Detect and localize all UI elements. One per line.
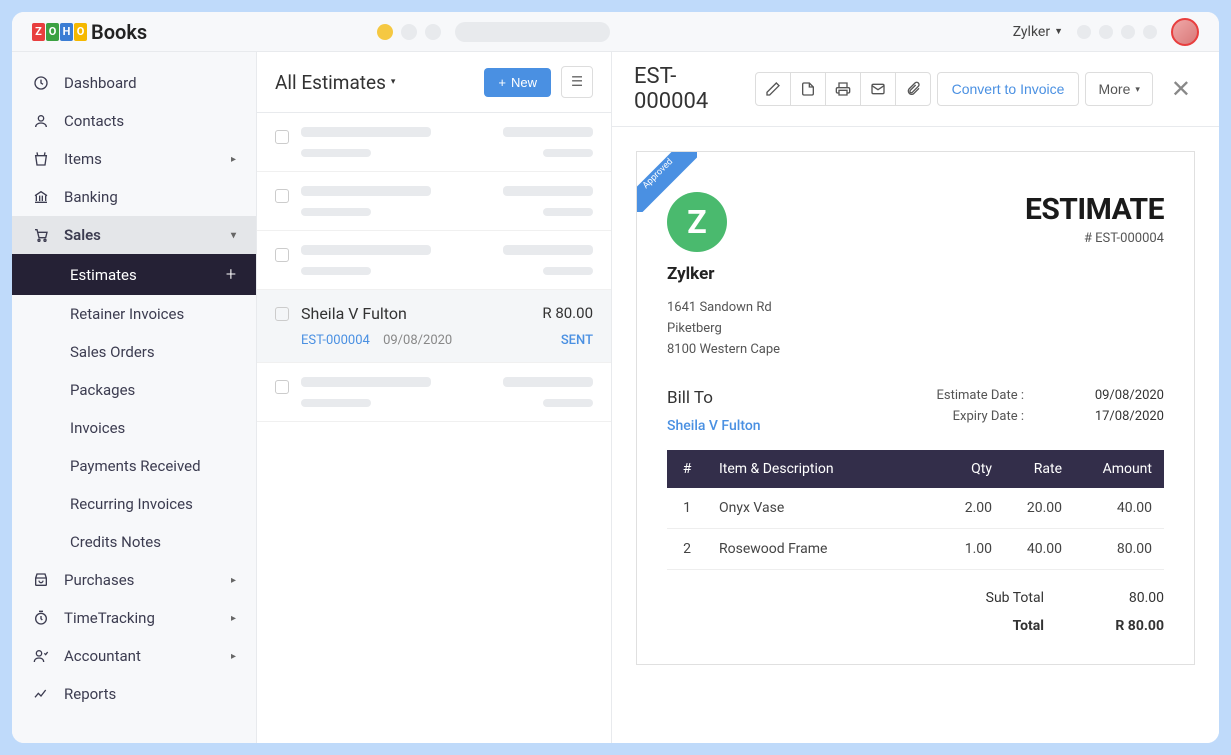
nav-sales[interactable]: Sales ▾ xyxy=(12,216,256,254)
nav-payments-received[interactable]: Payments Received xyxy=(12,447,256,485)
reports-icon xyxy=(32,685,50,703)
estimate-date: 09/08/2020 xyxy=(383,333,452,348)
nav-retainer-invoices[interactable]: Retainer Invoices xyxy=(12,295,256,333)
document-title: ESTIMATE xyxy=(1025,192,1164,227)
estimate-document: Approved Z Zylker 1641 Sandown Rd Piketb… xyxy=(636,151,1195,665)
org-selector[interactable]: Zylker▼ xyxy=(1013,24,1063,40)
nav-items[interactable]: Items ▸ xyxy=(12,140,256,178)
estimate-id: EST-000004 xyxy=(301,333,370,348)
banking-icon xyxy=(32,188,50,206)
subtotal-value: 80.00 xyxy=(1094,590,1164,606)
estimate-detail: EST-000004 Convert to Invoice More▾ ✕ Ap… xyxy=(612,52,1219,743)
hamburger-icon: ☰ xyxy=(571,74,583,90)
contacts-icon xyxy=(32,112,50,130)
company-address: 1641 Sandown Rd Piketberg 8100 Western C… xyxy=(667,298,780,360)
nav-invoices[interactable]: Invoices xyxy=(12,409,256,447)
billto-customer[interactable]: Sheila V Fulton xyxy=(667,418,761,434)
caret-icon: ▸ xyxy=(231,575,236,586)
header-action-placeholders xyxy=(1077,25,1157,39)
nav-estimates[interactable]: Estimates + xyxy=(12,254,256,295)
list-filter-dropdown[interactable]: All Estimates▾ xyxy=(275,71,395,94)
detail-number: EST-000004 xyxy=(634,64,749,114)
table-row: 1 Onyx Vase 2.00 20.00 40.00 xyxy=(667,488,1164,529)
pdf-icon xyxy=(800,81,816,97)
sales-icon xyxy=(32,226,50,244)
app-name: Books xyxy=(91,20,147,44)
list-item[interactable] xyxy=(257,363,611,422)
window-dots xyxy=(377,24,441,40)
status-badge: SENT xyxy=(561,333,593,348)
items-icon xyxy=(32,150,50,168)
nav-accountant[interactable]: Accountant ▸ xyxy=(12,637,256,675)
convert-to-invoice-button[interactable]: Convert to Invoice xyxy=(937,72,1080,106)
nav-timetracking[interactable]: TimeTracking ▸ xyxy=(12,599,256,637)
print-icon xyxy=(835,81,851,97)
timetracking-icon xyxy=(32,609,50,627)
total-value: R 80.00 xyxy=(1094,618,1164,634)
caret-icon: ▸ xyxy=(231,154,236,165)
nav-purchases[interactable]: Purchases ▸ xyxy=(12,561,256,599)
customer-name: Sheila V Fulton xyxy=(301,304,407,323)
app-logo: ZOHO Books xyxy=(32,20,147,44)
pencil-icon xyxy=(765,81,781,97)
row-checkbox[interactable] xyxy=(275,307,289,321)
sidebar: Dashboard Contacts Items ▸ Banking Sales… xyxy=(12,52,257,743)
caret-icon: ▸ xyxy=(231,651,236,662)
list-item[interactable] xyxy=(257,113,611,172)
plus-icon: + xyxy=(498,75,506,90)
titlebar: ZOHO Books Zylker▼ xyxy=(12,12,1219,52)
nav-sales-orders[interactable]: Sales Orders xyxy=(12,333,256,371)
email-button[interactable] xyxy=(860,72,896,106)
nav-recurring-invoices[interactable]: Recurring Invoices xyxy=(12,485,256,523)
new-estimate-button[interactable]: + New xyxy=(484,68,551,97)
approved-ribbon: Approved xyxy=(637,152,697,212)
company-name: Zylker xyxy=(667,264,780,284)
row-checkbox[interactable] xyxy=(275,380,289,394)
list-item[interactable] xyxy=(257,172,611,231)
list-item[interactable] xyxy=(257,231,611,290)
nav-dashboard[interactable]: Dashboard xyxy=(12,64,256,102)
accountant-icon xyxy=(32,647,50,665)
dashboard-icon xyxy=(32,74,50,92)
search-placeholder-skeleton xyxy=(455,22,610,42)
purchases-icon xyxy=(32,571,50,589)
row-checkbox[interactable] xyxy=(275,248,289,262)
attach-button[interactable] xyxy=(895,72,931,106)
nav-reports[interactable]: Reports xyxy=(12,675,256,713)
nav-credit-notes[interactable]: Credits Notes xyxy=(12,523,256,561)
edit-button[interactable] xyxy=(755,72,791,106)
close-detail-button[interactable]: ✕ xyxy=(1165,75,1197,103)
row-checkbox[interactable] xyxy=(275,189,289,203)
billto-heading: Bill To xyxy=(667,388,761,408)
user-avatar[interactable] xyxy=(1171,18,1199,46)
list-item-selected[interactable]: Sheila V Fulton R 80.00 EST-000004 09/08… xyxy=(257,290,611,363)
nav-contacts[interactable]: Contacts xyxy=(12,102,256,140)
document-number: # EST-000004 xyxy=(1025,231,1164,246)
row-amount: R 80.00 xyxy=(542,304,593,323)
table-row: 2 Rosewood Frame 1.00 40.00 80.00 xyxy=(667,529,1164,570)
caret-icon: ▸ xyxy=(231,613,236,624)
add-estimate-icon[interactable]: + xyxy=(226,264,236,285)
mail-icon xyxy=(870,81,886,97)
attach-icon xyxy=(905,81,921,97)
caret-icon: ▾ xyxy=(231,230,236,241)
nav-packages[interactable]: Packages xyxy=(12,371,256,409)
print-button[interactable] xyxy=(825,72,861,106)
row-checkbox[interactable] xyxy=(275,130,289,144)
estimates-list-panel: All Estimates▾ + New ☰ xyxy=(257,52,612,743)
line-items-table: # Item & Description Qty Rate Amount 1 O… xyxy=(667,450,1164,570)
list-menu-button[interactable]: ☰ xyxy=(561,66,593,98)
pdf-button[interactable] xyxy=(790,72,826,106)
more-button[interactable]: More▾ xyxy=(1085,72,1152,106)
nav-banking[interactable]: Banking xyxy=(12,178,256,216)
